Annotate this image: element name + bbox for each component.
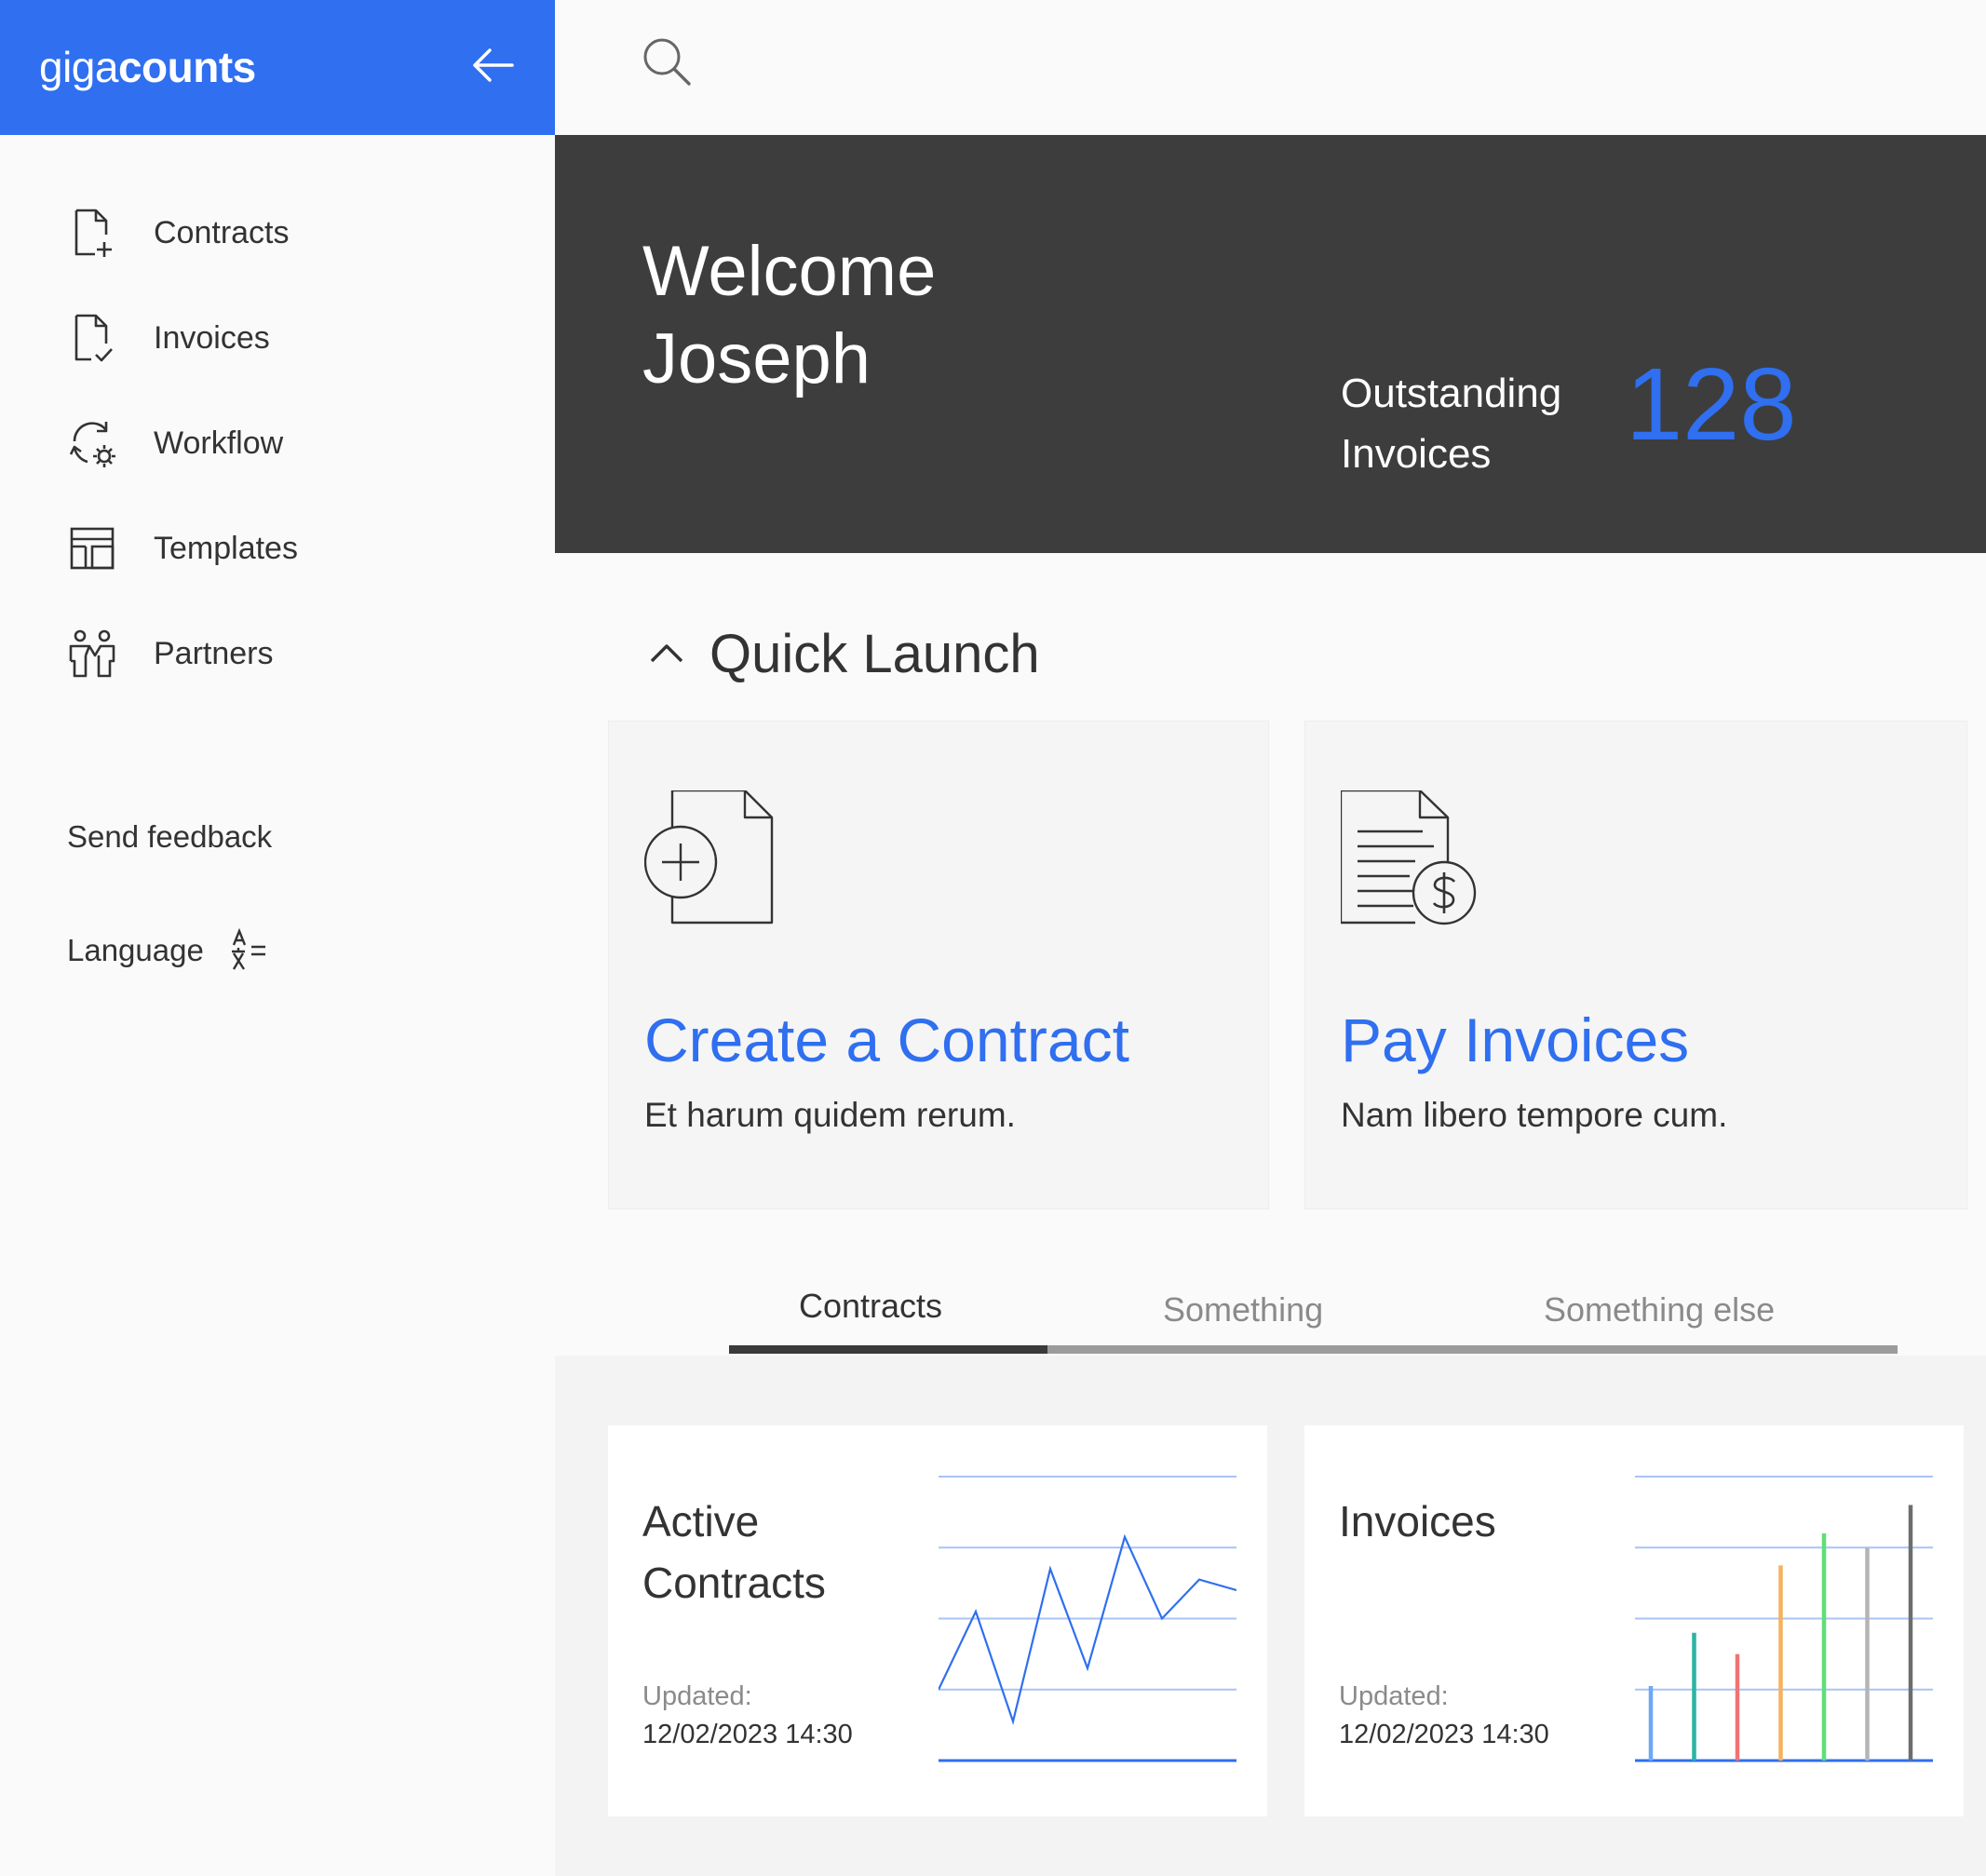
sidebar-item-invoices[interactable]: Invoices (0, 291, 555, 397)
active-contracts-card[interactable]: Active Contracts Updated: 12/02/2023 14:… (608, 1425, 1267, 1816)
card-title: Pay Invoices (1341, 1005, 1690, 1074)
invoices-bar-chart (1635, 1476, 1933, 1762)
tab-something[interactable]: Something (1163, 1290, 1323, 1329)
sidebar-item-label: Invoices (154, 320, 270, 356)
language-selector[interactable]: Language (67, 928, 271, 973)
stat-title-line: Contracts (642, 1559, 826, 1607)
stat-title-line: Active (642, 1497, 760, 1545)
search-button[interactable] (641, 35, 693, 88)
sidebar-item-workflow[interactable]: Workflow (0, 397, 555, 502)
stat-title-line: Invoices (1339, 1497, 1496, 1545)
card-description: Et harum quidem rerum. (644, 1096, 1016, 1134)
logo-light-text: giga (39, 43, 118, 91)
sync-gear-icon (69, 422, 115, 467)
welcome-heading: Welcome Joseph (642, 228, 936, 403)
brand-bar: gigacounts (0, 0, 555, 135)
chart-series-line (939, 1533, 1236, 1726)
people-icon (69, 629, 115, 678)
sidebar-item-label: Workflow (154, 425, 284, 461)
active-tab-indicator (729, 1345, 1047, 1354)
invoices-card[interactable]: Invoices Updated: 12/02/2023 14:30 (1304, 1425, 1964, 1816)
sidebar-nav: Contracts Invoices Workflow Templates Pa… (0, 186, 555, 712)
sidebar-item-label: Contracts (154, 215, 290, 250)
document-check-icon (74, 314, 113, 362)
document-plus-icon (74, 209, 112, 257)
quick-launch-title: Quick Launch (709, 623, 1040, 684)
card-description: Nam libero tempore cum. (1341, 1096, 1728, 1134)
translate-icon (231, 928, 265, 970)
sidebar: gigacounts Contracts Invoices Workflow T… (0, 0, 555, 1876)
user-name: Joseph (642, 319, 871, 398)
updated-timestamp: 12/02/2023 14:30 (1339, 1720, 1549, 1749)
language-label: Language (67, 933, 204, 967)
updated-label: Updated: (642, 1681, 752, 1711)
logo: gigacounts (39, 39, 256, 95)
sidebar-item-label: Partners (154, 636, 274, 671)
search-icon (643, 38, 691, 86)
active-contracts-line-chart (939, 1476, 1236, 1762)
arrow-left-icon (473, 48, 514, 82)
welcome-hero: Welcome Joseph Outstanding Invoices 128 (555, 135, 1986, 553)
chevron-up-icon (650, 644, 683, 663)
updated-label: Updated: (1339, 1681, 1449, 1711)
sidebar-item-label: Templates (154, 531, 298, 566)
layout-icon (70, 527, 115, 570)
sidebar-item-contracts[interactable]: Contracts (0, 186, 555, 291)
tab-contracts[interactable]: Contracts (799, 1287, 942, 1326)
stat-title: Invoices (1339, 1491, 1618, 1552)
stat-title: Active Contracts (642, 1491, 922, 1613)
outstanding-invoices-label: Outstanding Invoices (1341, 363, 1561, 484)
stats-area: Active Contracts Updated: 12/02/2023 14:… (555, 1356, 1986, 1876)
new-document-icon (644, 790, 774, 925)
sidebar-item-partners[interactable]: Partners (0, 607, 555, 712)
outstanding-line: Invoices (1341, 431, 1492, 477)
card-title: Create a Contract (644, 1005, 1129, 1074)
pay-invoices-card[interactable]: Pay Invoices Nam libero tempore cum. (1304, 721, 1967, 1209)
sidebar-item-templates[interactable]: Templates (0, 502, 555, 607)
outstanding-invoices-count: 128 (1626, 347, 1797, 462)
tab-something-else[interactable]: Something else (1544, 1290, 1775, 1329)
outstanding-line: Outstanding (1341, 371, 1562, 416)
send-feedback-link[interactable]: Send feedback (67, 819, 272, 855)
logo-bold-text: counts (117, 43, 256, 91)
create-contract-card[interactable]: Create a Contract Et harum quidem rerum. (608, 721, 1269, 1209)
collapse-sidebar-button[interactable] (469, 41, 518, 89)
quick-launch-toggle[interactable]: Quick Launch (648, 614, 1040, 693)
updated-timestamp: 12/02/2023 14:30 (642, 1720, 853, 1749)
invoice-dollar-icon (1341, 790, 1477, 925)
welcome-line: Welcome (642, 232, 937, 311)
tab-bar: Contracts Something Something else (729, 1275, 1898, 1356)
top-bar (555, 0, 1986, 135)
